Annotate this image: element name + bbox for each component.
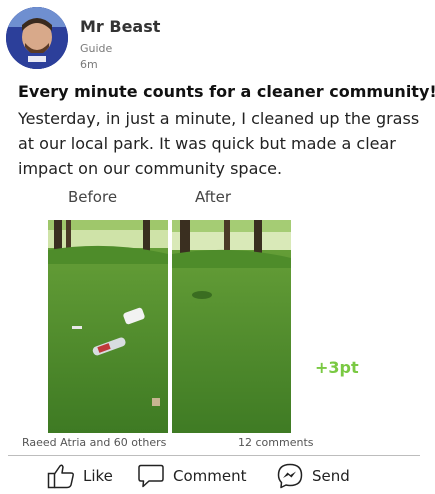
post-headline: Every minute counts for a cleaner commun… — [18, 82, 435, 101]
author-role: Guide — [80, 42, 113, 55]
like-label: Like — [83, 467, 113, 485]
like-button[interactable]: Like — [47, 462, 113, 490]
comment-button[interactable]: Comment — [137, 462, 247, 490]
after-label: After — [195, 188, 232, 206]
before-photo[interactable] — [48, 220, 168, 433]
comment-label: Comment — [173, 467, 247, 485]
after-photo[interactable] — [172, 220, 291, 433]
send-label: Send — [312, 467, 350, 485]
post-body: Yesterday, in just a minute, I cleaned u… — [18, 109, 420, 178]
before-label: Before — [68, 188, 118, 206]
points-badge: +3pt — [315, 358, 359, 377]
avatar[interactable] — [6, 7, 68, 69]
comments-count[interactable]: 12 comments — [238, 436, 314, 449]
post-time: 6m — [80, 58, 98, 71]
thumbs-up-icon — [47, 463, 75, 489]
messenger-icon — [276, 462, 304, 490]
divider — [8, 455, 420, 456]
author-name[interactable]: Mr Beast — [80, 17, 160, 36]
comment-icon — [137, 463, 165, 489]
likes-count[interactable]: Raeed Atria and 60 others — [22, 436, 166, 449]
post-card: Mr Beast Guide 6m Every minute counts fo… — [0, 0, 435, 494]
send-button[interactable]: Send — [276, 462, 350, 490]
